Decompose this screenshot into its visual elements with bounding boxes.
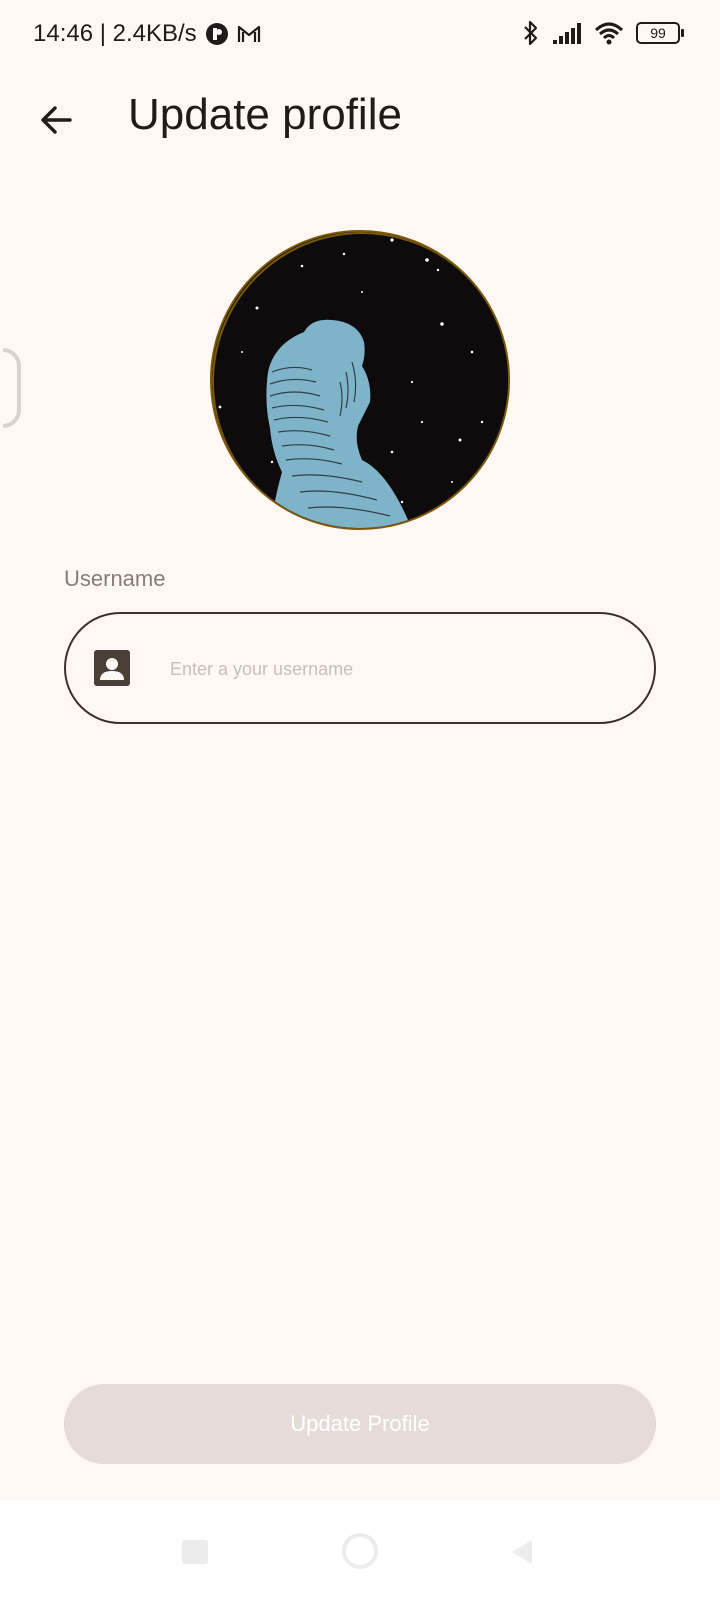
system-nav-bar <box>0 1500 720 1600</box>
status-left: 14:46 | 2.4KB/s <box>33 20 261 48</box>
status-time-speed: 14:46 | 2.4KB/s <box>33 20 197 47</box>
update-profile-button[interactable]: Update Profile <box>64 1384 656 1464</box>
app-bar: Update profile <box>0 80 720 160</box>
page-title: Update profile <box>128 90 402 139</box>
status-right: 99 <box>522 20 684 46</box>
bluetooth-icon <box>524 20 538 46</box>
profile-avatar[interactable] <box>210 230 510 530</box>
avatar-image <box>212 232 508 528</box>
back-triangle-icon[interactable] <box>508 1538 536 1566</box>
signal-icon <box>553 23 581 44</box>
back-button[interactable] <box>30 94 82 146</box>
recents-square-icon[interactable] <box>182 1540 208 1564</box>
home-circle-icon[interactable] <box>342 1533 378 1569</box>
battery-indicator: 99 <box>636 22 684 44</box>
username-label: Username <box>64 566 166 591</box>
update-profile-screen: 14:46 | 2.4KB/s 99 Update profile Userna… <box>0 0 720 1600</box>
wifi-icon <box>594 22 624 45</box>
edge-gesture-handle[interactable] <box>3 348 21 428</box>
status-bar: 14:46 | 2.4KB/s 99 <box>0 0 720 70</box>
username-field[interactable] <box>64 612 656 724</box>
arrow-left-icon <box>41 106 72 134</box>
gmail-icon <box>237 25 260 42</box>
contact-card-icon <box>94 650 130 686</box>
username-input[interactable] <box>168 644 622 694</box>
app-notification-icon <box>205 23 228 45</box>
